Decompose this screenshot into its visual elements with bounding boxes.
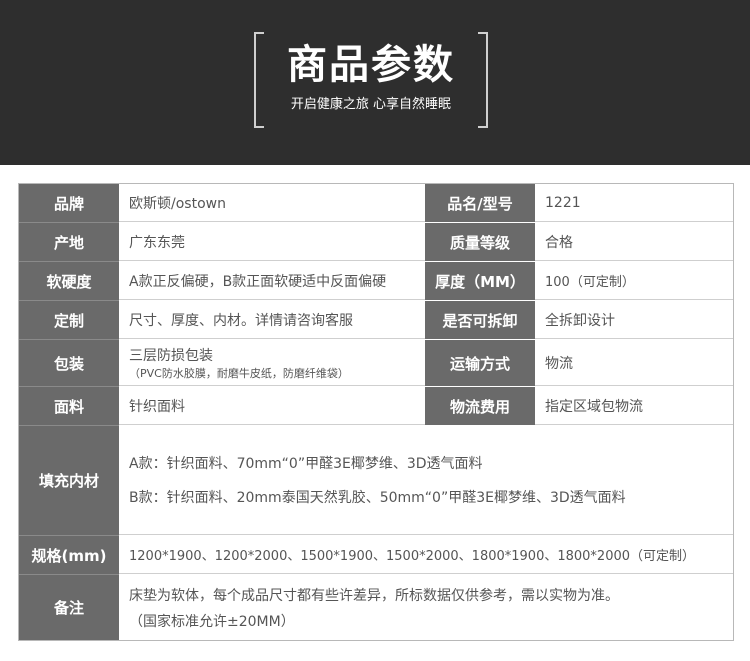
detach-label: 是否可拆卸 [425, 301, 535, 339]
model-label: 品名/型号 [425, 184, 535, 222]
fabric-value: 针织面料 [119, 387, 425, 425]
fabric-label: 面料 [19, 387, 119, 425]
grade-value: 合格 [535, 223, 733, 261]
title-frame: 商品参数 开启健康之旅 心享自然睡眠 [254, 32, 488, 128]
note-value: 床垫为软体，每个成品尺寸都有些许差异，所标数据仅供参考，需以实物为准。 （国家标… [119, 575, 733, 640]
label-divider [19, 425, 119, 426]
label-divider [19, 386, 119, 387]
freight-value: 指定区域包物流 [535, 387, 733, 425]
thickness-label: 厚度（MM） [425, 262, 535, 300]
origin-label: 产地 [19, 223, 119, 261]
thickness-value: 100（可定制） [535, 262, 733, 300]
label-divider [19, 261, 119, 262]
custom-value: 尺寸、厚度、内材。详情请咨询客服 [119, 301, 425, 339]
size-value: 1200*1900、1200*2000、1500*1900、1500*2000、… [119, 536, 733, 574]
page-title: 商品参数 [287, 42, 455, 88]
origin-value: 广东东莞 [119, 223, 425, 261]
shipping-label: 运输方式 [425, 340, 535, 386]
label-divider [19, 300, 119, 301]
label-divider [19, 339, 119, 340]
note-label: 备注 [19, 575, 119, 640]
detach-value: 全拆卸设计 [535, 301, 733, 339]
label-divider [19, 222, 119, 223]
grade-label: 质量等级 [425, 223, 535, 261]
freight-label: 物流费用 [425, 387, 535, 425]
package-value-main: 三层防损包装 [129, 347, 213, 364]
params-table: 品牌 欧斯顿/ostown 品名/型号 1221 产地 广东东莞 质量等级 合格… [18, 183, 734, 641]
filling-value-a: A款：针织面料、70mm“0”甲醛3E椰梦维、3D透气面料 [129, 456, 483, 472]
note-line-1: 床垫为软体，每个成品尺寸都有些许差异，所标数据仅供参考，需以实物为准。 [129, 587, 619, 604]
hardness-label: 软硬度 [19, 262, 119, 300]
model-value: 1221 [535, 184, 733, 222]
filling-value-b: B款：针织面料、20mm泰国天然乳胶、50mm“0”甲醛3E椰梦维、3D透气面料 [129, 490, 626, 506]
package-label: 包装 [19, 340, 119, 386]
note-line-2: （国家标准允许±20MM） [129, 613, 295, 630]
label-divider [19, 574, 119, 575]
brand-value: 欧斯顿/ostown [119, 184, 425, 222]
brand-label: 品牌 [19, 184, 119, 222]
page-subtitle: 开启健康之旅 心享自然睡眠 [290, 97, 452, 112]
size-label: 规格(mm) [19, 536, 119, 574]
custom-label: 定制 [19, 301, 119, 339]
filling-value: A款：针织面料、70mm“0”甲醛3E椰梦维、3D透气面料 B款：针织面料、20… [119, 426, 733, 535]
header-banner: 商品参数 开启健康之旅 心享自然睡眠 [0, 0, 750, 165]
filling-label: 填充内材 [19, 426, 119, 535]
shipping-value: 物流 [535, 340, 733, 386]
hardness-value: A款正反偏硬，B款正面软硬适中反面偏硬 [119, 262, 425, 300]
package-value: 三层防损包装 （PVC防水胶膜，耐磨牛皮纸，防磨纤维袋） [119, 340, 425, 386]
package-value-detail: （PVC防水胶膜，耐磨牛皮纸，防磨纤维袋） [129, 366, 349, 380]
label-divider [19, 535, 119, 536]
